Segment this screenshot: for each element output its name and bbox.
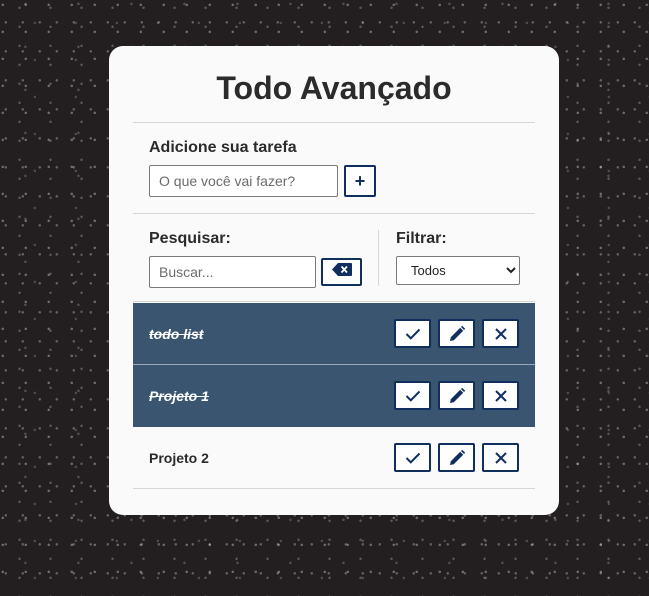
pencil-icon bbox=[449, 449, 465, 466]
pencil-icon bbox=[449, 325, 465, 342]
filter-label: Filtrar: bbox=[396, 230, 447, 247]
complete-button[interactable] bbox=[394, 443, 431, 472]
remove-button[interactable] bbox=[482, 381, 519, 410]
check-icon bbox=[405, 328, 421, 340]
add-task-button[interactable]: + bbox=[344, 165, 376, 197]
task-input[interactable] bbox=[149, 165, 338, 197]
complete-button[interactable] bbox=[394, 319, 431, 348]
toolbar: Pesquisar: Filtrar: Todos bbox=[133, 214, 535, 302]
backspace-icon bbox=[331, 263, 352, 281]
complete-button[interactable] bbox=[394, 381, 431, 410]
search-input[interactable] bbox=[149, 256, 316, 288]
todo-text: todo list bbox=[149, 325, 204, 342]
todo-text: Projeto 1 bbox=[149, 387, 209, 404]
todo-card: Todo Avançado Adicione sua tarefa + Pesq… bbox=[109, 46, 559, 515]
check-icon bbox=[405, 452, 421, 464]
clear-search-button[interactable] bbox=[321, 258, 362, 286]
add-task-section: Adicione sua tarefa + bbox=[133, 123, 535, 214]
toolbar-divider bbox=[378, 230, 379, 286]
search-label: Pesquisar: bbox=[149, 230, 231, 247]
check-icon bbox=[405, 390, 421, 402]
filter-section: Filtrar: Todos bbox=[396, 230, 520, 285]
edit-button[interactable] bbox=[438, 381, 475, 410]
close-icon bbox=[494, 327, 507, 340]
add-task-label: Adicione sua tarefa bbox=[149, 139, 297, 156]
page-title: Todo Avançado bbox=[133, 46, 535, 123]
close-icon bbox=[494, 451, 507, 464]
search-section: Pesquisar: bbox=[149, 230, 379, 301]
todo-item: todo list bbox=[133, 303, 535, 365]
pencil-icon bbox=[449, 387, 465, 404]
todo-item: Projeto 1 bbox=[133, 365, 535, 427]
remove-button[interactable] bbox=[482, 443, 519, 472]
edit-button[interactable] bbox=[438, 443, 475, 472]
todo-item: Projeto 2 bbox=[133, 427, 535, 489]
remove-button[interactable] bbox=[482, 319, 519, 348]
edit-button[interactable] bbox=[438, 319, 475, 348]
close-icon bbox=[494, 389, 507, 402]
todo-text: Projeto 2 bbox=[149, 449, 209, 466]
filter-select[interactable]: Todos bbox=[396, 256, 520, 285]
